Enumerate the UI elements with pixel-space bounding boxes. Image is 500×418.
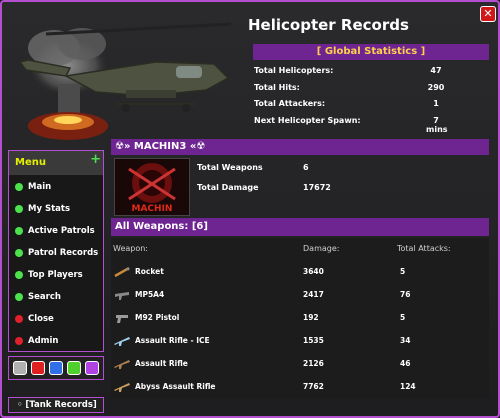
rifle-abyss-icon bbox=[114, 383, 130, 392]
color-swatch-purple[interactable] bbox=[85, 361, 99, 375]
menu-item-main[interactable]: Main bbox=[9, 179, 103, 197]
color-selector bbox=[8, 356, 104, 380]
pistol-icon bbox=[116, 315, 128, 323]
smg-icon bbox=[115, 292, 129, 300]
weapon-attacks: 5 bbox=[400, 313, 406, 322]
radiation-icon bbox=[15, 271, 23, 279]
avatar-logo-text: MACHIN bbox=[132, 204, 173, 214]
radiation-icon bbox=[15, 183, 23, 191]
table-row: Abyss Assault Rifle 7762 124 bbox=[111, 377, 489, 397]
player-total-weapons: Total Weapons 6 bbox=[197, 163, 309, 172]
menu-item-admin[interactable]: Admin bbox=[9, 333, 103, 351]
global-stats-header: [ Global Statistics ] bbox=[253, 44, 489, 60]
weapons-table: Weapon: Damage: Total Attacks: Rocket 36… bbox=[111, 238, 489, 398]
table-row: Assault Rifle 2126 46 bbox=[111, 354, 489, 374]
stat-value: 47 bbox=[430, 66, 442, 75]
stat-label: Total Helicopters: bbox=[254, 66, 334, 75]
menu-panel: Menu + Main My Stats Active Patrols Patr… bbox=[8, 150, 104, 352]
menu-title: Menu bbox=[15, 157, 46, 168]
table-row: Rocket 3640 5 bbox=[111, 262, 489, 282]
all-weapons-header: All Weapons: [6] bbox=[111, 218, 489, 236]
menu-item-label: Admin bbox=[28, 336, 59, 346]
stat-label: Total Hits: bbox=[254, 83, 300, 92]
weapon-attacks: 46 bbox=[400, 359, 411, 368]
tank-records-label: ◦ [Tank Records] bbox=[17, 400, 97, 410]
menu-item-top-players[interactable]: Top Players bbox=[9, 267, 103, 285]
radiation-icon bbox=[15, 249, 23, 257]
weapon-name: M92 Pistol bbox=[135, 313, 180, 322]
close-icon: ✕ bbox=[483, 7, 493, 20]
weapon-attacks: 76 bbox=[400, 290, 411, 299]
weapon-damage: 2126 bbox=[303, 359, 324, 368]
stat-total-helicopters: Total Helicopters: 47 bbox=[254, 66, 490, 75]
weapon-damage: 3640 bbox=[303, 267, 324, 276]
radiation-icon bbox=[15, 227, 23, 235]
table-row: Assault Rifle - ICE 1535 34 bbox=[111, 331, 489, 351]
rocket-icon bbox=[114, 266, 130, 278]
weapon-name: Rocket bbox=[135, 267, 164, 276]
weapon-attacks: 34 bbox=[400, 336, 411, 345]
table-row: MP5A4 2417 76 bbox=[111, 285, 489, 305]
stat-total-attackers: Total Attackers: 1 bbox=[254, 99, 490, 108]
menu-item-label: Search bbox=[28, 292, 61, 302]
menu-item-active-patrols[interactable]: Active Patrols bbox=[9, 223, 103, 241]
player-stat-value: 6 bbox=[303, 163, 309, 172]
player-stat-label: Total Damage bbox=[197, 183, 259, 192]
weapon-name: MP5A4 bbox=[135, 290, 165, 299]
radiation-icon bbox=[15, 315, 23, 323]
column-header-attacks: Total Attacks: bbox=[397, 244, 451, 253]
rifle-ice-icon bbox=[114, 337, 130, 346]
player-name-header: ☢» MACHIN3 «☢ bbox=[111, 139, 489, 155]
player-avatar: MACHIN bbox=[114, 158, 190, 216]
stat-value: 7 mins bbox=[426, 116, 448, 134]
weapon-damage: 192 bbox=[303, 313, 319, 322]
helicopter-records-window: Helicopter Records ✕ [ Global Statistics… bbox=[0, 0, 500, 418]
menu-item-label: My Stats bbox=[28, 204, 71, 214]
radiation-icon bbox=[15, 205, 23, 213]
menu-header: Menu + bbox=[9, 151, 103, 175]
weapon-attacks: 5 bbox=[400, 267, 406, 276]
color-swatch-blue[interactable] bbox=[49, 361, 63, 375]
radiation-icon bbox=[15, 337, 23, 345]
menu-item-my-stats[interactable]: My Stats bbox=[9, 201, 103, 219]
stat-value: 1 bbox=[433, 99, 439, 108]
stat-value: 290 bbox=[427, 83, 445, 92]
column-header-damage: Damage: bbox=[303, 244, 340, 253]
menu-item-close[interactable]: Close bbox=[9, 311, 103, 329]
stat-next-spawn: Next Helicopter Spawn: 7 mins bbox=[254, 116, 490, 134]
color-swatch-green[interactable] bbox=[67, 361, 81, 375]
weapon-damage: 2417 bbox=[303, 290, 324, 299]
column-header-weapon: Weapon: bbox=[113, 244, 149, 253]
menu-item-label: Top Players bbox=[28, 270, 83, 280]
weapon-damage: 1535 bbox=[303, 336, 324, 345]
menu-item-label: Main bbox=[28, 182, 52, 192]
weapon-attacks: 124 bbox=[400, 382, 416, 391]
menu-item-label: Active Patrols bbox=[28, 226, 95, 236]
menu-item-label: Patrol Records bbox=[28, 248, 99, 258]
table-row: M92 Pistol 192 5 bbox=[111, 308, 489, 328]
menu-item-patrol-records[interactable]: Patrol Records bbox=[9, 245, 103, 263]
page-title: Helicopter Records bbox=[248, 16, 409, 34]
stat-label: Total Attackers: bbox=[254, 99, 326, 108]
menu-item-label: Close bbox=[28, 314, 54, 324]
weapon-name: Abyss Assault Rifle bbox=[135, 382, 216, 391]
color-swatch-grey[interactable] bbox=[13, 361, 27, 375]
weapon-name: Assault Rifle - ICE bbox=[135, 336, 210, 345]
menu-item-search[interactable]: Search bbox=[9, 289, 103, 307]
player-stat-value: 17672 bbox=[303, 183, 331, 192]
weapon-name: Assault Rifle bbox=[135, 359, 188, 368]
stat-label: Next Helicopter Spawn: bbox=[254, 116, 361, 125]
weapon-damage: 7762 bbox=[303, 382, 324, 391]
stat-total-hits: Total Hits: 290 bbox=[254, 83, 490, 92]
plus-icon[interactable]: + bbox=[90, 152, 101, 167]
color-swatch-red[interactable] bbox=[31, 361, 45, 375]
radiation-icon bbox=[15, 293, 23, 301]
tank-records-button[interactable]: ◦ [Tank Records] bbox=[8, 397, 104, 413]
close-button[interactable]: ✕ bbox=[480, 6, 496, 22]
player-stat-label: Total Weapons bbox=[197, 163, 263, 172]
helicopter-explosion-image bbox=[18, 22, 232, 140]
player-total-damage: Total Damage 17672 bbox=[197, 183, 331, 192]
rifle-icon bbox=[114, 360, 130, 369]
